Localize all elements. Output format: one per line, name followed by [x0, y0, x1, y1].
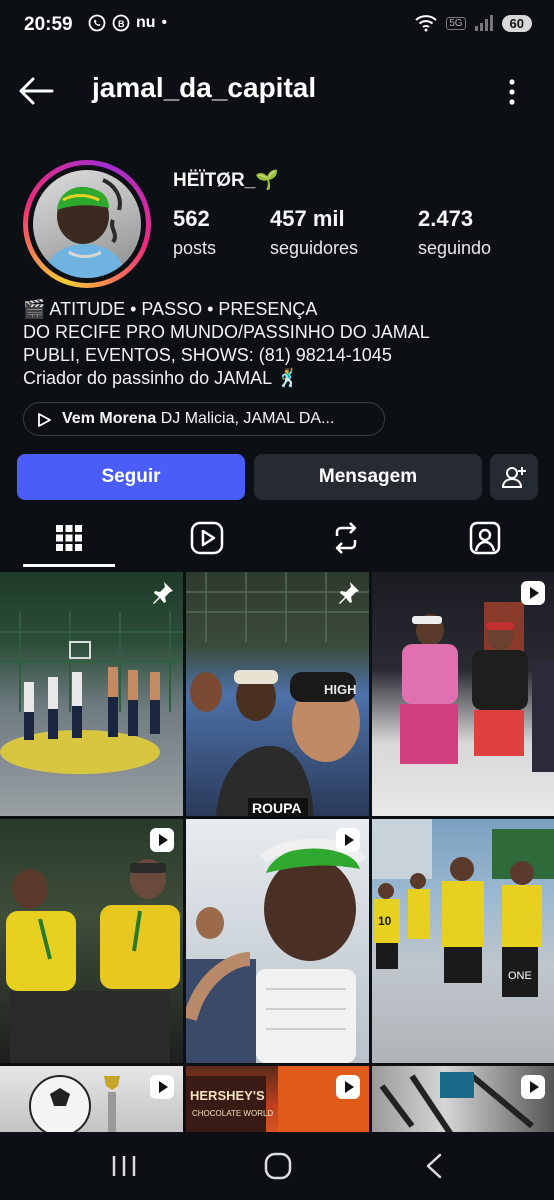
- music-title: Vem Morena: [62, 410, 157, 427]
- grid-post[interactable]: [372, 572, 554, 816]
- grid-post[interactable]: [186, 819, 369, 1063]
- more-options-icon[interactable]: [502, 78, 522, 106]
- profile-username: jamal_da_capital: [92, 72, 317, 103]
- whatsapp-icon: [88, 14, 106, 32]
- grid-post[interactable]: HIGH ROUPA: [186, 572, 369, 816]
- candy-brand-text: HERSHEY'S: [190, 1088, 265, 1103]
- whatsapp-business-icon: B: [112, 14, 130, 32]
- bio-line: DO RECIFE PRO MUNDO/PASSINHO DO JAMAL: [23, 322, 430, 342]
- music-artist: DJ Malicia, JAMAL DA...: [160, 410, 335, 427]
- post-thumbnail: [0, 612, 183, 774]
- post-thumbnail: [6, 859, 180, 1063]
- reel-icon: [336, 828, 360, 852]
- active-tab-indicator: [23, 564, 115, 567]
- reposts-icon: [335, 522, 357, 554]
- signal-icon: [474, 15, 493, 31]
- recent-apps-icon[interactable]: [110, 1154, 138, 1178]
- back-arrow-icon[interactable]: [16, 74, 56, 108]
- posts-grid: HIGH ROUPA 10 ONE HERSHEY'S CHOCOLATE WO…: [0, 572, 554, 1142]
- tab-tagged[interactable]: [465, 518, 505, 558]
- nu-icon: nu: [136, 14, 156, 31]
- reels-icon: [190, 521, 224, 555]
- battery-indicator: 60: [501, 14, 532, 32]
- following-count: 2.473: [418, 206, 474, 231]
- grid-post[interactable]: 10 ONE: [372, 819, 554, 1063]
- post-caption-overlay: ROUPA: [252, 800, 302, 816]
- tab-reels[interactable]: [187, 518, 227, 558]
- grid-post[interactable]: [0, 572, 183, 816]
- status-time: 20:59: [24, 14, 73, 35]
- status-bar: 20:59 B nu • 5G 60: [0, 0, 554, 56]
- wifi-icon: [415, 15, 437, 32]
- posts-stat: 562 posts: [173, 206, 216, 259]
- status-right: 5G 60: [414, 14, 532, 32]
- avatar-illustration: [43, 178, 127, 278]
- bio-line: PUBLI, EVENTOS, SHOWS: (81) 98214-1045: [23, 345, 392, 365]
- home-icon[interactable]: [264, 1152, 292, 1180]
- reel-icon: [150, 828, 174, 852]
- tab-reposts[interactable]: [326, 518, 366, 558]
- notification-icons: B nu •: [88, 14, 167, 32]
- svg-text:B: B: [118, 19, 125, 29]
- posts-label: posts: [173, 238, 217, 258]
- grid-icon: [56, 525, 82, 551]
- pinned-icon: [339, 582, 359, 604]
- play-icon: [38, 413, 51, 427]
- post-thumbnail: 10 ONE: [372, 819, 554, 997]
- avatar-photo: [33, 170, 141, 278]
- network-type: 5G: [446, 16, 466, 30]
- profile-tabs: [0, 510, 554, 568]
- tagged-icon: [469, 521, 501, 555]
- music-text: Vem Morena DJ Malicia, JAMAL DA...: [62, 410, 334, 428]
- following-stat[interactable]: 2.473 seguindo: [418, 206, 491, 259]
- grid-post[interactable]: HERSHEY'S CHOCOLATE WORLD: [186, 1066, 369, 1142]
- reel-icon: [521, 1075, 545, 1099]
- bio-line: 🎬 ATITUDE • PASSO • PRESENÇA: [23, 299, 318, 319]
- profile-music-pill[interactable]: Vem Morena DJ Malicia, JAMAL DA...: [23, 402, 385, 436]
- add-user-icon: [501, 467, 526, 488]
- grid-post[interactable]: [0, 1066, 183, 1142]
- followers-stat[interactable]: 457 mil seguidores: [270, 206, 358, 259]
- profile-bio: 🎬 ATITUDE • PASSO • PRESENÇA DO RECIFE P…: [23, 298, 430, 390]
- reel-icon: [521, 581, 545, 605]
- display-name: HËÏTØR_🌱: [173, 170, 280, 191]
- cap-text: HIGH: [324, 682, 357, 697]
- reel-icon: [336, 1075, 360, 1099]
- following-label: seguindo: [418, 238, 492, 258]
- post-thumbnail: HIGH ROUPA: [186, 572, 369, 816]
- jersey-number: 10: [378, 914, 392, 928]
- post-thumbnail: [400, 602, 554, 772]
- system-navigation-bar: [0, 1132, 554, 1200]
- avatar[interactable]: [23, 160, 151, 288]
- posts-count: 562: [173, 206, 210, 231]
- followers-label: seguidores: [270, 238, 359, 258]
- follow-button[interactable]: Seguir: [17, 454, 245, 500]
- message-button[interactable]: Mensagem: [254, 454, 482, 500]
- grid-post[interactable]: [372, 1066, 554, 1142]
- post-thumbnail: [186, 838, 366, 1063]
- dot-icon: •: [161, 14, 168, 31]
- followers-count: 457 mil: [270, 206, 345, 231]
- grid-post[interactable]: [0, 819, 183, 1063]
- candy-subtitle: CHOCOLATE WORLD: [192, 1109, 273, 1118]
- reel-icon: [150, 1075, 174, 1099]
- pinned-icon: [153, 582, 173, 604]
- bio-line: Criador do passinho do JAMAL 🕺: [23, 368, 299, 388]
- suggest-user-button[interactable]: [490, 454, 538, 500]
- back-nav-icon[interactable]: [422, 1152, 446, 1180]
- profile-header: jamal_da_capital: [0, 64, 554, 120]
- tab-posts[interactable]: [49, 518, 89, 558]
- shirt-text: ONE: [508, 970, 532, 982]
